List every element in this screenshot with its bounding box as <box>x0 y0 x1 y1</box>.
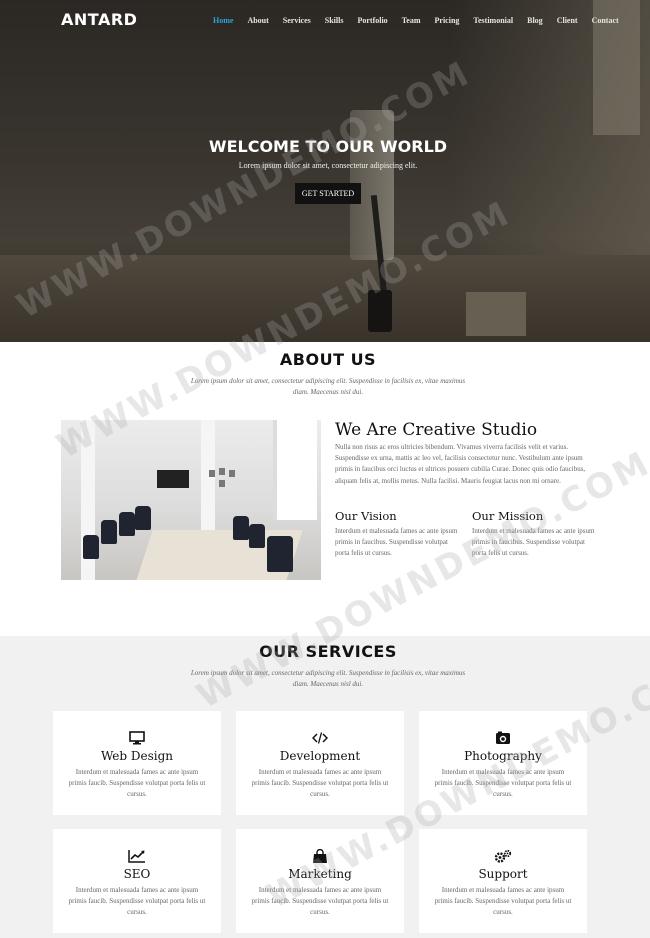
photo-frame <box>219 468 225 475</box>
vision-title: Our Vision <box>335 509 397 523</box>
nav-item-about[interactable]: About <box>247 16 268 25</box>
nav-item-client[interactable]: Client <box>557 16 578 25</box>
hero-section: ANTARD Home About Services Skills Portfo… <box>0 0 650 342</box>
nav-item-contact[interactable]: Contact <box>592 16 619 25</box>
about-title: ABOUT US <box>279 350 377 369</box>
office-photo <box>61 420 321 580</box>
main-nav: Home About Services Skills Portfolio Tea… <box>213 16 633 25</box>
photo-chair <box>267 536 293 572</box>
site-logo[interactable]: ANTARD <box>61 10 137 29</box>
service-title: Support <box>478 867 528 881</box>
photo-frame <box>219 480 225 487</box>
mission-title: Our Mission <box>472 509 544 523</box>
hero-title: WELCOME TO OUR WORLD <box>208 137 448 156</box>
photo-chair <box>249 524 265 548</box>
about-subtitle: Lorem ipsum dolor sit amet, consectetur … <box>190 377 466 396</box>
photo-chair <box>83 535 99 559</box>
service-text: Interdum et malesuada fames ac ante ipsu… <box>251 886 389 917</box>
services-title: OUR SERVICES <box>259 642 397 661</box>
desktop-icon <box>53 731 221 747</box>
service-card-web-design[interactable]: Web Design Interdum et malesuada fames a… <box>53 711 221 815</box>
photo-chair <box>233 516 249 540</box>
line-chart-icon <box>53 849 221 865</box>
nav-item-skills[interactable]: Skills <box>325 16 344 25</box>
photo-chair <box>101 520 117 544</box>
photo-window <box>273 420 317 520</box>
service-text: Interdum et malesuada fames ac ante ipsu… <box>251 768 389 799</box>
shopping-bag-icon <box>236 849 404 865</box>
service-card-seo[interactable]: SEO Interdum et malesuada fames ac ante … <box>53 829 221 933</box>
code-icon <box>236 731 404 747</box>
service-title: Marketing <box>288 867 352 881</box>
service-card-photography[interactable]: Photography Interdum et malesuada fames … <box>419 711 587 815</box>
photo-chair <box>135 506 151 530</box>
mission-text: Interdum et malesuada fames ac ante ipsu… <box>472 527 595 558</box>
nav-item-team[interactable]: Team <box>402 16 421 25</box>
vision-text: Interdum et malesuada fames ac ante ipsu… <box>335 527 458 558</box>
photo-frame <box>209 470 215 477</box>
service-title: Web Design <box>100 749 174 763</box>
service-text: Interdum et malesuada fames ac ante ipsu… <box>68 768 206 799</box>
studio-heading: We Are Creative Studio <box>335 420 538 440</box>
photo-tv <box>157 470 189 488</box>
nav-item-blog[interactable]: Blog <box>527 16 543 25</box>
hero-subtitle: Lorem ipsum dolor sit amet, consectetur … <box>238 161 418 170</box>
hero-overlay <box>0 0 650 342</box>
nav-item-services[interactable]: Services <box>283 16 311 25</box>
photo-frame <box>229 470 235 477</box>
services-subtitle: Lorem ipsum dolor sit amet, consectetur … <box>190 669 466 688</box>
nav-item-testimonial[interactable]: Testimonial <box>473 16 513 25</box>
service-card-support[interactable]: Support Interdum et malesuada fames ac a… <box>419 829 587 933</box>
service-title: Photography <box>464 749 542 763</box>
nav-item-portfolio[interactable]: Portfolio <box>357 16 387 25</box>
service-text: Interdum et malesuada fames ac ante ipsu… <box>434 768 572 799</box>
service-text: Interdum et malesuada fames ac ante ipsu… <box>434 886 572 917</box>
get-started-button[interactable]: GET STARTED <box>295 183 361 204</box>
service-title: SEO <box>123 867 151 881</box>
service-card-development[interactable]: Development Interdum et malesuada fames … <box>236 711 404 815</box>
service-title: Development <box>279 749 361 763</box>
photo-chair <box>119 512 135 536</box>
gears-icon <box>419 849 587 865</box>
nav-item-pricing[interactable]: Pricing <box>435 16 460 25</box>
service-text: Interdum et malesuada fames ac ante ipsu… <box>68 886 206 917</box>
nav-item-home[interactable]: Home <box>213 16 233 25</box>
camera-icon <box>419 731 587 747</box>
studio-text: Nulla non risus ac eros ultricies bibend… <box>335 443 586 485</box>
service-card-marketing[interactable]: Marketing Interdum et malesuada fames ac… <box>236 829 404 933</box>
